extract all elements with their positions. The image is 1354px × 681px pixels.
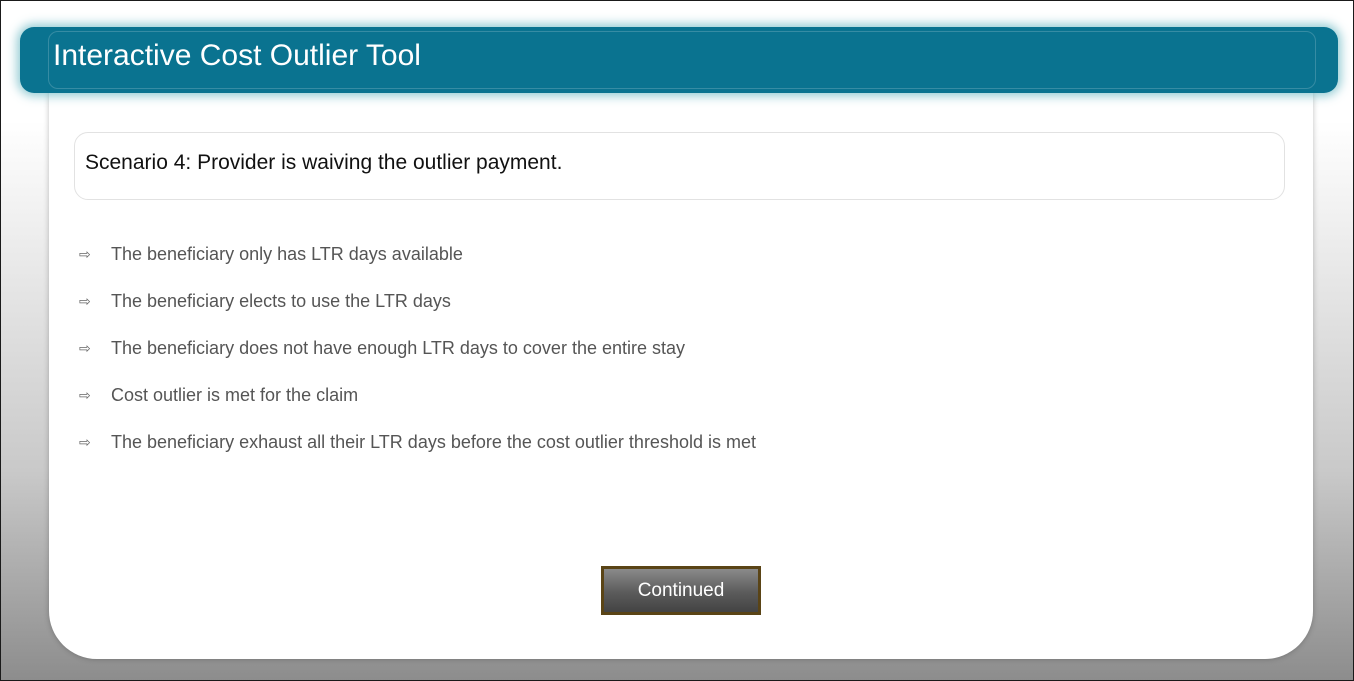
arrow-right-icon: ⇨ xyxy=(79,340,91,356)
list-item-text: The beneficiary only has LTR days availa… xyxy=(111,244,463,264)
list-item: ⇨ The beneficiary exhaust all their LTR … xyxy=(79,429,756,476)
condition-list: ⇨ The beneficiary only has LTR days avai… xyxy=(79,241,756,476)
scenario-text: Scenario 4: Provider is waiving the outl… xyxy=(85,151,563,174)
list-item-text: Cost outlier is met for the claim xyxy=(111,385,359,405)
list-item: ⇨ The beneficiary does not have enough L… xyxy=(79,335,756,382)
list-item: ⇨ Cost outlier is met for the claim xyxy=(79,382,756,429)
arrow-right-icon: ⇨ xyxy=(79,246,91,262)
list-item-text: The beneficiary elects to use the LTR da… xyxy=(111,291,451,311)
arrow-right-icon: ⇨ xyxy=(79,434,91,450)
arrow-right-icon: ⇨ xyxy=(79,293,91,309)
scenario-box: Scenario 4: Provider is waiving the outl… xyxy=(74,132,1285,200)
header-banner: Interactive Cost Outlier Tool xyxy=(20,27,1338,93)
continued-button[interactable]: Continued xyxy=(601,566,761,615)
list-item: ⇨ The beneficiary only has LTR days avai… xyxy=(79,241,756,288)
arrow-right-icon: ⇨ xyxy=(79,387,91,403)
list-item: ⇨ The beneficiary elects to use the LTR … xyxy=(79,288,756,335)
list-item-text: The beneficiary does not have enough LTR… xyxy=(111,338,686,358)
app-frame: Interactive Cost Outlier Tool Scenario 4… xyxy=(0,0,1354,681)
list-item-text: The beneficiary exhaust all their LTR da… xyxy=(111,432,756,452)
page-title: Interactive Cost Outlier Tool xyxy=(53,39,421,72)
